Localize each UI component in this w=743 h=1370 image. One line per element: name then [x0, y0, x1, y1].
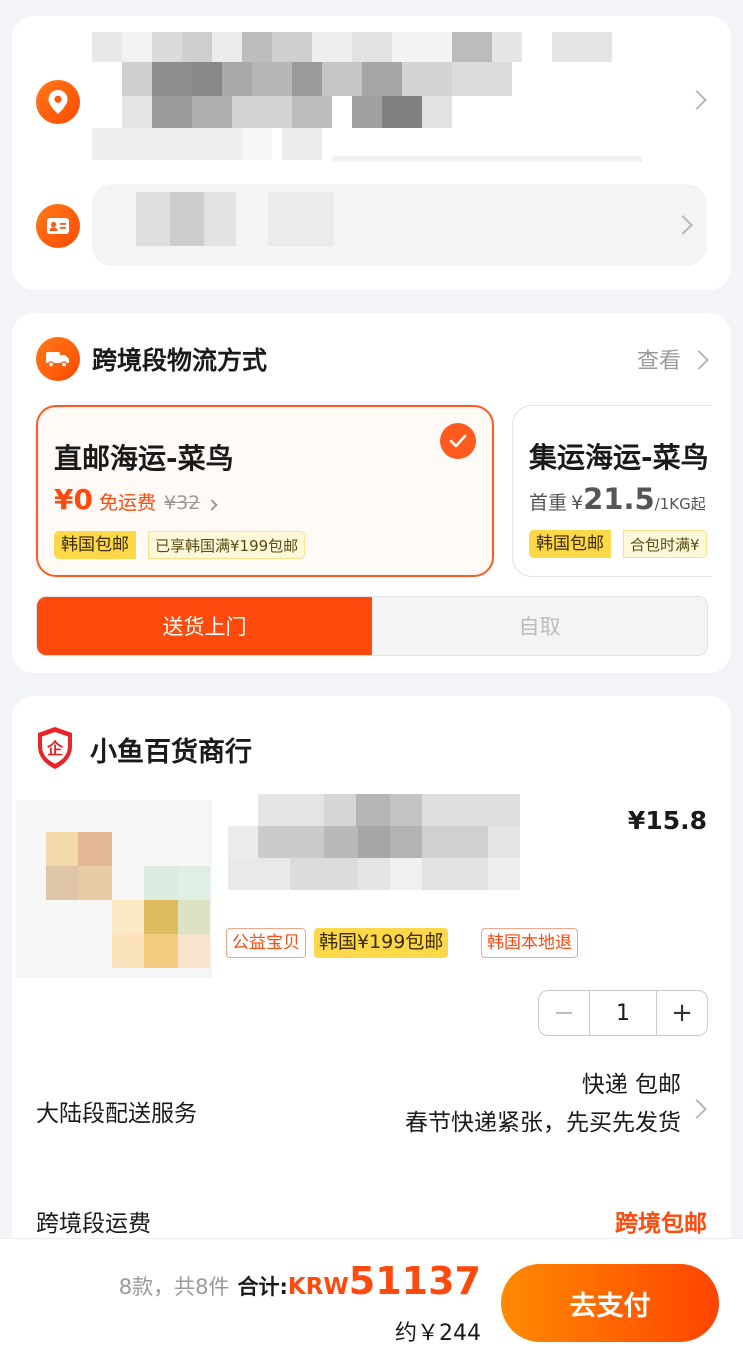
price-detail-chevron-icon[interactable]	[206, 499, 218, 511]
view-label: 查看	[636, 349, 681, 374]
crossborder-fee-value: 跨境包邮	[615, 1211, 707, 1237]
mainland-service-value[interactable]: 快递 包邮 春节快递紧张，先买先发货	[405, 1066, 681, 1142]
service-chevron-icon[interactable]	[687, 1099, 707, 1119]
shop-card: 企 小鱼百货商行 ¥15.8 公益宝贝 韩国¥199包邮 韩国本地退 − 1 +…	[12, 696, 731, 1256]
original-price: ¥32	[163, 492, 201, 514]
address-card[interactable]	[12, 16, 731, 290]
item-count: 8款，共8件	[118, 1275, 230, 1299]
approx-cny: 约￥244	[395, 1321, 481, 1346]
item-price: ¥15.8	[627, 806, 707, 835]
view-chevron-icon[interactable]	[689, 350, 709, 370]
option-name: 直邮海运-菜鸟	[54, 442, 234, 475]
quantity-stepper: − 1 +	[538, 990, 708, 1036]
badge-glyph: 企	[46, 739, 64, 758]
option-price-row: ¥0 免运费 ¥32	[54, 483, 218, 516]
consolidation-note-tag: 合包时满¥	[623, 530, 707, 558]
option-price: ¥0	[54, 483, 93, 516]
pay-button[interactable]: 去支付	[501, 1264, 719, 1342]
order-summary: 8款，共8件 合计: KRW 51137	[119, 1259, 481, 1303]
total-label: 合计:	[237, 1275, 288, 1299]
price-currency: ¥	[571, 492, 584, 514]
korea-free-shipping-tag: 韩国包邮	[529, 530, 611, 558]
tab-self-pickup[interactable]: 自取	[372, 597, 707, 655]
product-image[interactable]	[16, 800, 212, 978]
shipping-option-direct-sea[interactable]: 直邮海运-菜鸟 ¥0 免运费 ¥32 韩国包邮 已享韩国满¥199包邮	[36, 405, 494, 577]
location-pin-icon	[36, 80, 80, 124]
korea-199-free-shipping-tag: 韩国¥199包邮	[314, 928, 449, 958]
total-amount: 51137	[348, 1259, 481, 1303]
charity-tag: 公益宝贝	[226, 928, 306, 958]
shipping-title: 跨境段物流方式	[92, 346, 268, 375]
shop-name[interactable]: 小鱼百货商行	[90, 730, 252, 769]
id-card-icon	[36, 204, 80, 248]
delivery-mode-switch: 送货上门 自取	[36, 596, 708, 656]
tab-home-delivery[interactable]: 送货上门	[37, 597, 372, 655]
total-currency: KRW	[287, 1274, 349, 1300]
mainland-service-line2: 春节快递紧张，先买先发货	[405, 1110, 681, 1136]
crossborder-fee-label: 跨境段运费	[36, 1211, 151, 1237]
shipping-view-link[interactable]: 查看	[637, 343, 681, 375]
truck-icon	[36, 337, 80, 381]
price-prefix: 首重	[529, 492, 568, 514]
enterprise-shield-icon: 企	[36, 726, 74, 770]
id-info-field[interactable]	[92, 184, 707, 266]
korea-local-return-tag: 韩国本地退	[481, 928, 578, 958]
id-chevron-icon[interactable]	[673, 215, 693, 235]
address-chevron-icon[interactable]	[687, 90, 707, 110]
free-shipping-note-tag: 已享韩国满¥199包邮	[148, 531, 306, 559]
option-name: 集运海运-菜鸟	[529, 441, 709, 474]
option-price-row: 首重 ¥ 21.5 /1KG起	[529, 482, 706, 516]
shipping-card: 跨境段物流方式 查看 直邮海运-菜鸟 ¥0 免运费 ¥32 韩国包邮 已享韩国满…	[12, 313, 731, 673]
free-shipping-label: 免运费	[98, 492, 156, 514]
mainland-service-line1: 快递 包邮	[581, 1072, 681, 1098]
shipping-option-consolidated-sea[interactable]: 集运海运-菜鸟 首重 ¥ 21.5 /1KG起 韩国包邮 合包时满¥	[512, 405, 712, 577]
increase-button[interactable]: +	[657, 991, 707, 1035]
korea-free-shipping-tag: 韩国包邮	[54, 531, 136, 559]
price-unit: /1KG起	[654, 495, 706, 513]
decrease-button[interactable]: −	[539, 991, 589, 1035]
mainland-service-label: 大陆段配送服务	[36, 1101, 197, 1127]
option-price: 21.5	[583, 482, 655, 516]
quantity-value[interactable]: 1	[589, 991, 657, 1035]
checkout-bar: 8款，共8件 合计: KRW 51137 约￥244 去支付	[0, 1238, 743, 1370]
selected-check-icon	[440, 423, 476, 459]
